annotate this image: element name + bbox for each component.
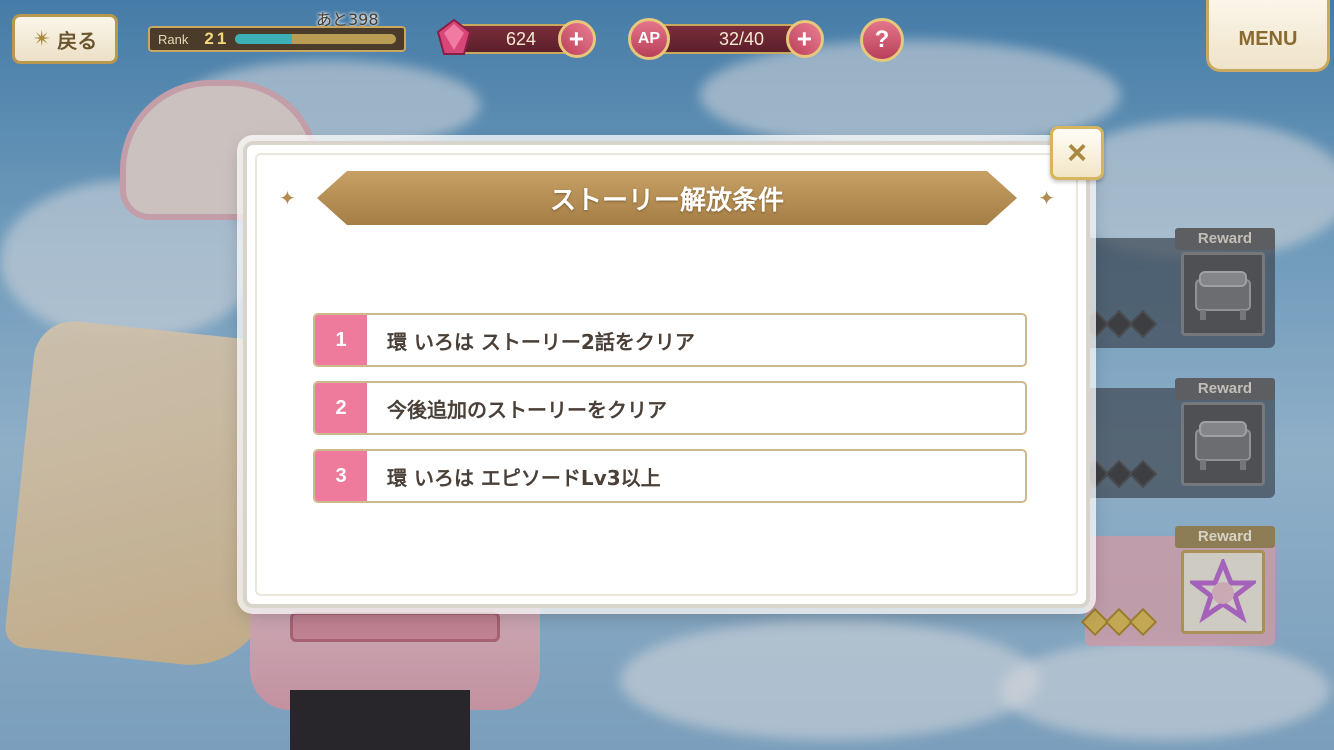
rank-value: 21 bbox=[204, 29, 230, 48]
rank-bar: Rank 21 bbox=[148, 26, 406, 52]
add-gems-button[interactable]: + bbox=[550, 12, 604, 66]
ornament-right-icon: ✦ bbox=[1038, 186, 1055, 210]
condition-list: 1 環 いろは ストーリー2話をクリア 2 今後追加のストーリーをクリア 3 環… bbox=[313, 313, 1027, 517]
gem-count: 624 bbox=[505, 28, 536, 49]
exp-fill bbox=[235, 34, 292, 44]
sparkle-icon: ✴ bbox=[32, 26, 52, 52]
condition-text: 環 いろは ストーリー2話をクリア bbox=[387, 329, 695, 354]
condition-row: 1 環 いろは ストーリー2話をクリア bbox=[313, 313, 1027, 367]
rank-label: Rank bbox=[158, 31, 189, 47]
add-ap-button[interactable]: + bbox=[778, 12, 832, 66]
ap-value: 32/40 bbox=[718, 28, 764, 49]
ap-icon: AP bbox=[628, 18, 670, 60]
help-button[interactable]: ? bbox=[860, 18, 904, 62]
condition-text: 今後追加のストーリーをクリア bbox=[387, 397, 667, 422]
gem-icon bbox=[436, 18, 472, 55]
back-button[interactable]: ✴ 戻る bbox=[12, 14, 118, 64]
menu-button[interactable]: MENU bbox=[1206, 0, 1330, 72]
modal-header: ✦ ✦ ストーリー解放条件 bbox=[279, 171, 1055, 225]
modal-title: ストーリー解放条件 bbox=[549, 185, 784, 216]
story-unlock-modal: ✦ ✦ ストーリー解放条件 1 環 いろは ストーリー2話をクリア 2 今後追加… bbox=[243, 141, 1090, 608]
ap-bar: 32/40 + bbox=[652, 12, 832, 66]
condition-number: 1 bbox=[315, 315, 367, 365]
top-bar: ✴ 戻る あと398 Rank 21 624 + 32/40 + AP ? ME… bbox=[0, 0, 1334, 80]
gem-bar: 624 + bbox=[456, 12, 604, 66]
ornament-left-icon: ✦ bbox=[279, 186, 296, 210]
condition-number: 3 bbox=[315, 451, 367, 501]
condition-row: 3 環 いろは エピソードLv3以上 bbox=[313, 449, 1027, 503]
condition-row: 2 今後追加のストーリーをクリア bbox=[313, 381, 1027, 435]
back-label: 戻る bbox=[57, 28, 98, 53]
condition-number: 2 bbox=[315, 383, 367, 433]
exp-progress bbox=[235, 34, 396, 44]
condition-text: 環 いろは エピソードLv3以上 bbox=[387, 465, 661, 490]
close-modal-button[interactable]: × bbox=[1050, 126, 1104, 180]
